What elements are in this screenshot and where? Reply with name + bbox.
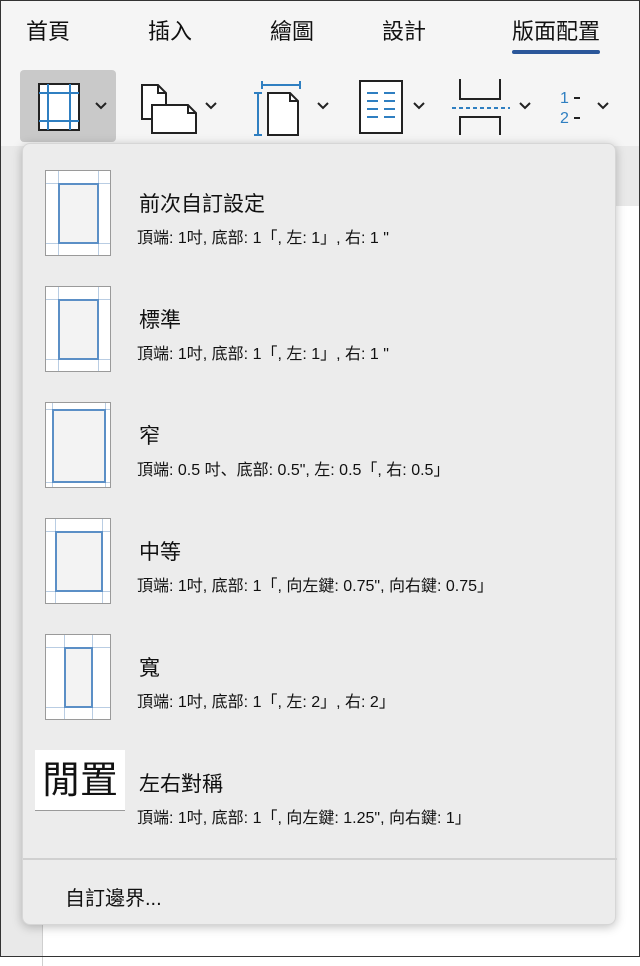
- custom-margins-button[interactable]: 自訂邊界...: [65, 882, 162, 911]
- margin-option-narrow[interactable]: 窄 頂端: 0.5 吋、底部: 0.5", 左: 0.5「, 右: 0.5」: [23, 380, 617, 496]
- tab-insert[interactable]: 插入: [148, 14, 192, 46]
- margin-preview-icon: [45, 170, 111, 256]
- chevron-down-icon: [205, 102, 217, 110]
- tab-draw[interactable]: 繪圖: [270, 14, 314, 46]
- tab-home[interactable]: 首頁: [26, 14, 70, 46]
- line-numbers-button[interactable]: 1 2: [556, 70, 628, 142]
- margin-preview-icon: 閒置: [35, 750, 125, 811]
- chevron-down-icon: [95, 102, 107, 110]
- margin-preview-icon: [45, 402, 111, 488]
- tab-layout[interactable]: 版面配置: [512, 14, 600, 46]
- margin-preview-icon: [45, 634, 111, 720]
- menu-divider: [23, 858, 617, 860]
- size-button[interactable]: [250, 70, 346, 142]
- margin-option-last-custom[interactable]: 前次自訂設定 頂端: 1吋, 底部: 1「, 左: 1」, 右: 1 ": [23, 148, 617, 264]
- margin-option-desc: 頂端: 1吋, 底部: 1「, 向左鍵: 1.25", 向右鍵: 1」: [137, 810, 471, 827]
- breaks-icon: [452, 79, 510, 135]
- tab-design[interactable]: 設計: [382, 14, 426, 46]
- line-number-2: 2: [560, 110, 569, 127]
- margin-option-desc: 頂端: 1吋, 底部: 1「, 向左鍵: 0.75", 向右鍵: 0.75」: [137, 578, 493, 595]
- margin-option-desc: 頂端: 0.5 吋、底部: 0.5", 左: 0.5「, 右: 0.5」: [137, 462, 450, 479]
- margin-preview-icon: [45, 518, 111, 604]
- margin-option-title: 前次自訂設定: [139, 193, 265, 216]
- margin-option-title: 中等: [139, 541, 181, 564]
- margin-option-moderate[interactable]: 中等 頂端: 1吋, 底部: 1「, 向左鍵: 0.75", 向右鍵: 0.75…: [23, 496, 617, 612]
- margin-option-title: 窄: [139, 425, 160, 448]
- columns-icon: [359, 80, 403, 134]
- margins-icon: [38, 83, 80, 131]
- chevron-down-icon: [413, 102, 425, 110]
- margin-option-desc: 頂端: 1吋, 底部: 1「, 左: 2」, 右: 2」: [137, 694, 395, 711]
- margins-button[interactable]: [20, 70, 116, 142]
- margin-option-mirrored[interactable]: 閒置 左右對稱 頂端: 1吋, 底部: 1「, 向左鍵: 1.25", 向右鍵:…: [23, 728, 617, 844]
- breaks-button[interactable]: [450, 70, 542, 142]
- orientation-button[interactable]: [136, 70, 232, 142]
- margin-option-title: 左右對稱: [139, 773, 223, 796]
- active-tab-indicator: [512, 50, 600, 54]
- chevron-down-icon: [519, 102, 531, 110]
- orientation-icon: [141, 84, 197, 134]
- ribbon-toolbar: 1 2: [0, 62, 640, 146]
- margin-option-desc: 頂端: 1吋, 底部: 1「, 左: 1」, 右: 1 ": [137, 230, 389, 247]
- margin-option-title: 寬: [139, 657, 160, 680]
- margin-preview-icon: [45, 286, 111, 372]
- margin-option-desc: 頂端: 1吋, 底部: 1「, 左: 1」, 右: 1 ": [137, 346, 389, 363]
- chevron-down-icon: [317, 102, 329, 110]
- margins-dropdown: 前次自訂設定 頂端: 1吋, 底部: 1「, 左: 1」, 右: 1 " 標準 …: [22, 143, 617, 925]
- margin-option-normal[interactable]: 標準 頂端: 1吋, 底部: 1「, 左: 1」, 右: 1 ": [23, 264, 617, 380]
- margin-option-title: 標準: [139, 309, 181, 332]
- ribbon-tabs: 首頁 插入 繪圖 設計 版面配置: [0, 0, 640, 62]
- columns-button[interactable]: [356, 70, 442, 142]
- size-icon: [254, 81, 301, 136]
- chevron-down-icon: [597, 102, 609, 110]
- line-numbers-icon: 1 2: [560, 90, 580, 127]
- margin-option-wide[interactable]: 寬 頂端: 1吋, 底部: 1「, 左: 2」, 右: 2」: [23, 612, 617, 728]
- line-number-1: 1: [560, 90, 569, 107]
